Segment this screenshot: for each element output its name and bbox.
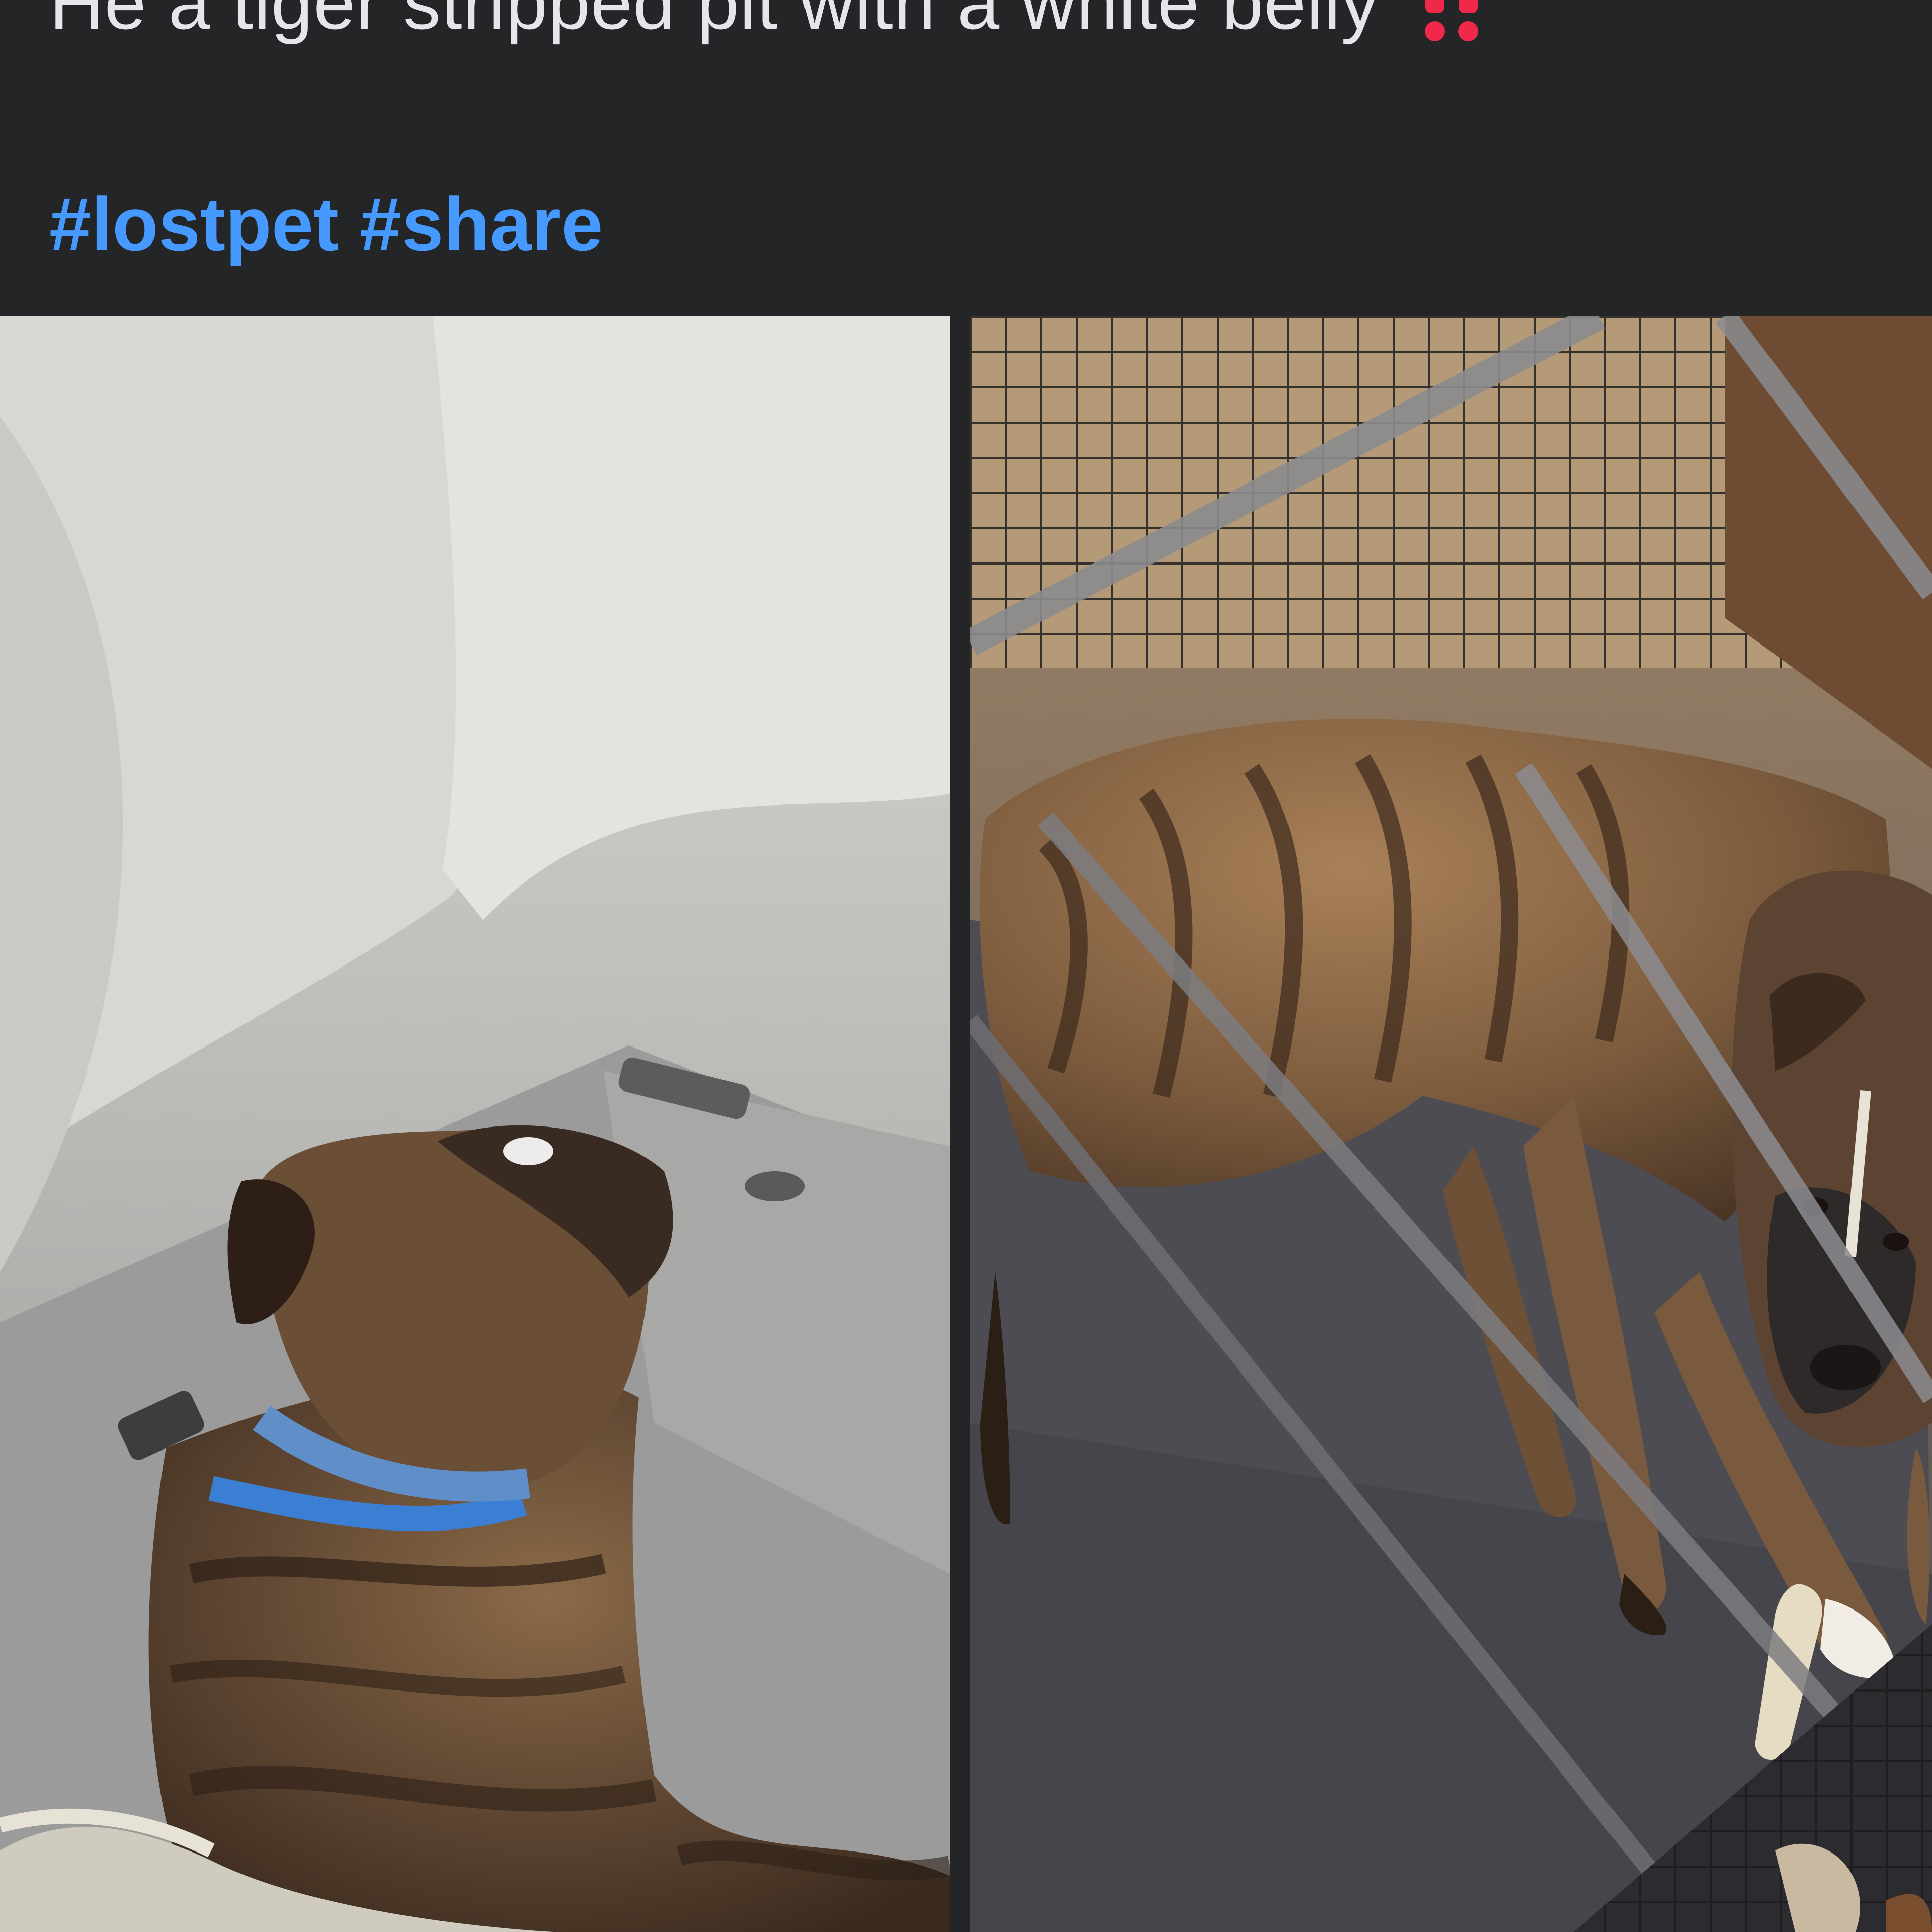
photo-grid — [0, 316, 1932, 1932]
post-text-content: He a tiger stripped pit with a white bel… — [49, 0, 1380, 45]
post-header: He a tiger stripped pit with a white bel… — [0, 0, 1932, 316]
hashtags: #lostpet #share — [49, 186, 603, 262]
post-text: He a tiger stripped pit with a white bel… — [49, 0, 1490, 41]
hashtag-share[interactable]: #share — [360, 182, 603, 266]
photo-dog-in-car[interactable] — [0, 316, 950, 1932]
double-exclamation-icon — [1414, 0, 1490, 41]
dog-in-car-image — [0, 316, 950, 1932]
photo-dog-in-crate[interactable] — [970, 316, 1932, 1932]
dog-in-crate-image — [970, 316, 1932, 1932]
hashtag-lostpet[interactable]: #lostpet — [49, 182, 339, 266]
